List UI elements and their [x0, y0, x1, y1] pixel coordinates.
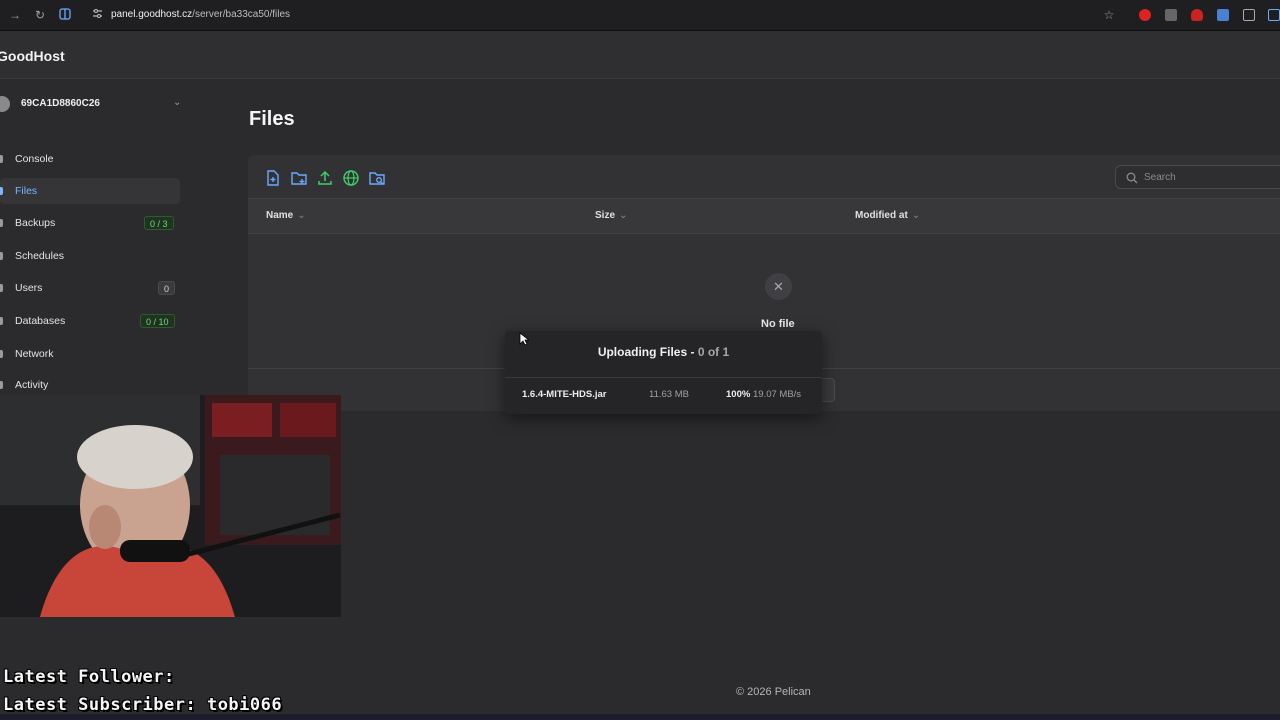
column-label: Size: [595, 210, 616, 221]
column-size[interactable]: Size ⌄: [595, 210, 627, 221]
sidebar-item-label: Files: [15, 185, 38, 197]
extension-icon[interactable]: [1165, 9, 1177, 21]
sidebar-item-schedules[interactable]: Schedules: [0, 243, 180, 269]
column-label: Name: [266, 210, 294, 221]
sidebar-item-label: Users: [15, 282, 43, 294]
upload-file-name: 1.6.4-MITE-HDS.jar: [522, 389, 607, 400]
upload-icon[interactable]: [316, 169, 334, 187]
sidebar-item-label: Network: [15, 348, 54, 360]
databases-icon: [0, 317, 3, 325]
split-view-icon[interactable]: [58, 8, 72, 22]
upload-file-size: 11.63 MB: [649, 389, 689, 400]
table-header: Name ⌄ Size ⌄ Modified at ⌄: [248, 198, 1280, 234]
latest-follower-label: Latest Follower:: [3, 667, 175, 687]
sidebar-item-label: Console: [15, 153, 54, 165]
sidebar-item-databases[interactable]: Databases 0 / 10: [0, 308, 180, 334]
copyright: © 2026 Pelican: [736, 686, 811, 698]
search-input[interactable]: [1144, 170, 1274, 184]
sidebar-item-label: Databases: [15, 315, 66, 327]
count-badge: 0 / 3: [144, 216, 174, 230]
forward-icon[interactable]: →: [8, 8, 22, 22]
sidebar-item-label: Backups: [15, 217, 56, 229]
upload-count: 0 of 1: [697, 345, 730, 359]
extension-icon[interactable]: [1243, 9, 1255, 21]
extension-icon[interactable]: [1217, 9, 1229, 21]
count-badge: 0: [158, 281, 176, 295]
chevron-down-icon: ⌄: [297, 210, 306, 221]
backups-icon: [0, 219, 3, 227]
sidebar-item-label: Activity: [15, 379, 49, 391]
brand-logo[interactable]: GoodHost: [0, 48, 65, 64]
mouse-cursor-icon: [519, 332, 529, 346]
new-file-icon[interactable]: [264, 169, 282, 187]
new-folder-icon[interactable]: [290, 169, 308, 187]
users-icon: [0, 284, 3, 292]
count-badge: 0 / 10: [140, 314, 175, 328]
site-info-icon[interactable]: [90, 8, 104, 22]
sidebar-toggle-icon[interactable]: [1268, 9, 1280, 21]
network-icon: [0, 350, 3, 358]
webcam-overlay: [0, 395, 341, 617]
reload-icon[interactable]: ↻: [33, 8, 47, 22]
upload-percent: 100%: [726, 389, 751, 400]
browser-toolbar: → ↻ panel.goodhost.cz/server/ba33ca50/fi…: [0, 0, 1280, 31]
url-text[interactable]: panel.goodhost.cz/server/ba33ca50/files: [111, 9, 290, 20]
latest-subscriber-label: Latest Subscriber: tobi066: [3, 695, 283, 715]
sidebar-item-console[interactable]: Console: [0, 146, 180, 172]
search-icon: [1126, 171, 1138, 184]
chevron-down-icon: ⌄: [619, 210, 628, 221]
upload-progress-modal: Uploading Files - 0 of 1 1.6.4-MITE-HDS.…: [505, 331, 822, 414]
console-icon: [0, 155, 3, 163]
chevron-down-icon: ⌄: [911, 210, 921, 221]
taskbar-strip: [0, 714, 1280, 720]
column-label: Modified at: [855, 210, 908, 221]
activity-icon: [0, 381, 3, 389]
sidebar-item-network[interactable]: Network: [0, 341, 180, 367]
sidebar-item-backups[interactable]: Backups 0 / 3: [0, 210, 180, 236]
upload-speed: 19.07 MB/s: [753, 389, 802, 400]
page-title: Files: [249, 108, 295, 130]
webcam-image: [0, 395, 341, 617]
sidebar-item-users[interactable]: Users 0: [0, 275, 180, 301]
sidebar-item-label: Schedules: [15, 250, 65, 262]
app-header: [0, 31, 1280, 79]
column-name[interactable]: Name ⌄: [266, 210, 306, 221]
upload-title-text: Uploading Files -: [597, 345, 698, 359]
close-icon: ✕: [765, 273, 792, 300]
files-icon: [0, 187, 3, 195]
divider: [505, 377, 822, 378]
column-modified[interactable]: Modified at ⌄: [855, 210, 920, 221]
search-folder-icon[interactable]: [368, 169, 386, 187]
server-selector[interactable]: 69CA1D8860C26: [21, 98, 100, 109]
sidebar-item-files[interactable]: Files: [0, 178, 180, 204]
chevron-down-icon[interactable]: ⌄: [173, 97, 181, 108]
empty-state-text: No file: [761, 318, 795, 330]
schedules-icon: [0, 252, 3, 260]
search-box[interactable]: [1115, 165, 1280, 189]
extension-icon[interactable]: [1191, 9, 1203, 21]
extension-icon[interactable]: [1139, 9, 1151, 21]
bookmark-star-icon[interactable]: ☆: [1102, 8, 1116, 22]
pull-remote-icon[interactable]: [342, 169, 360, 187]
upload-title: Uploading Files - 0 of 1: [505, 345, 822, 359]
